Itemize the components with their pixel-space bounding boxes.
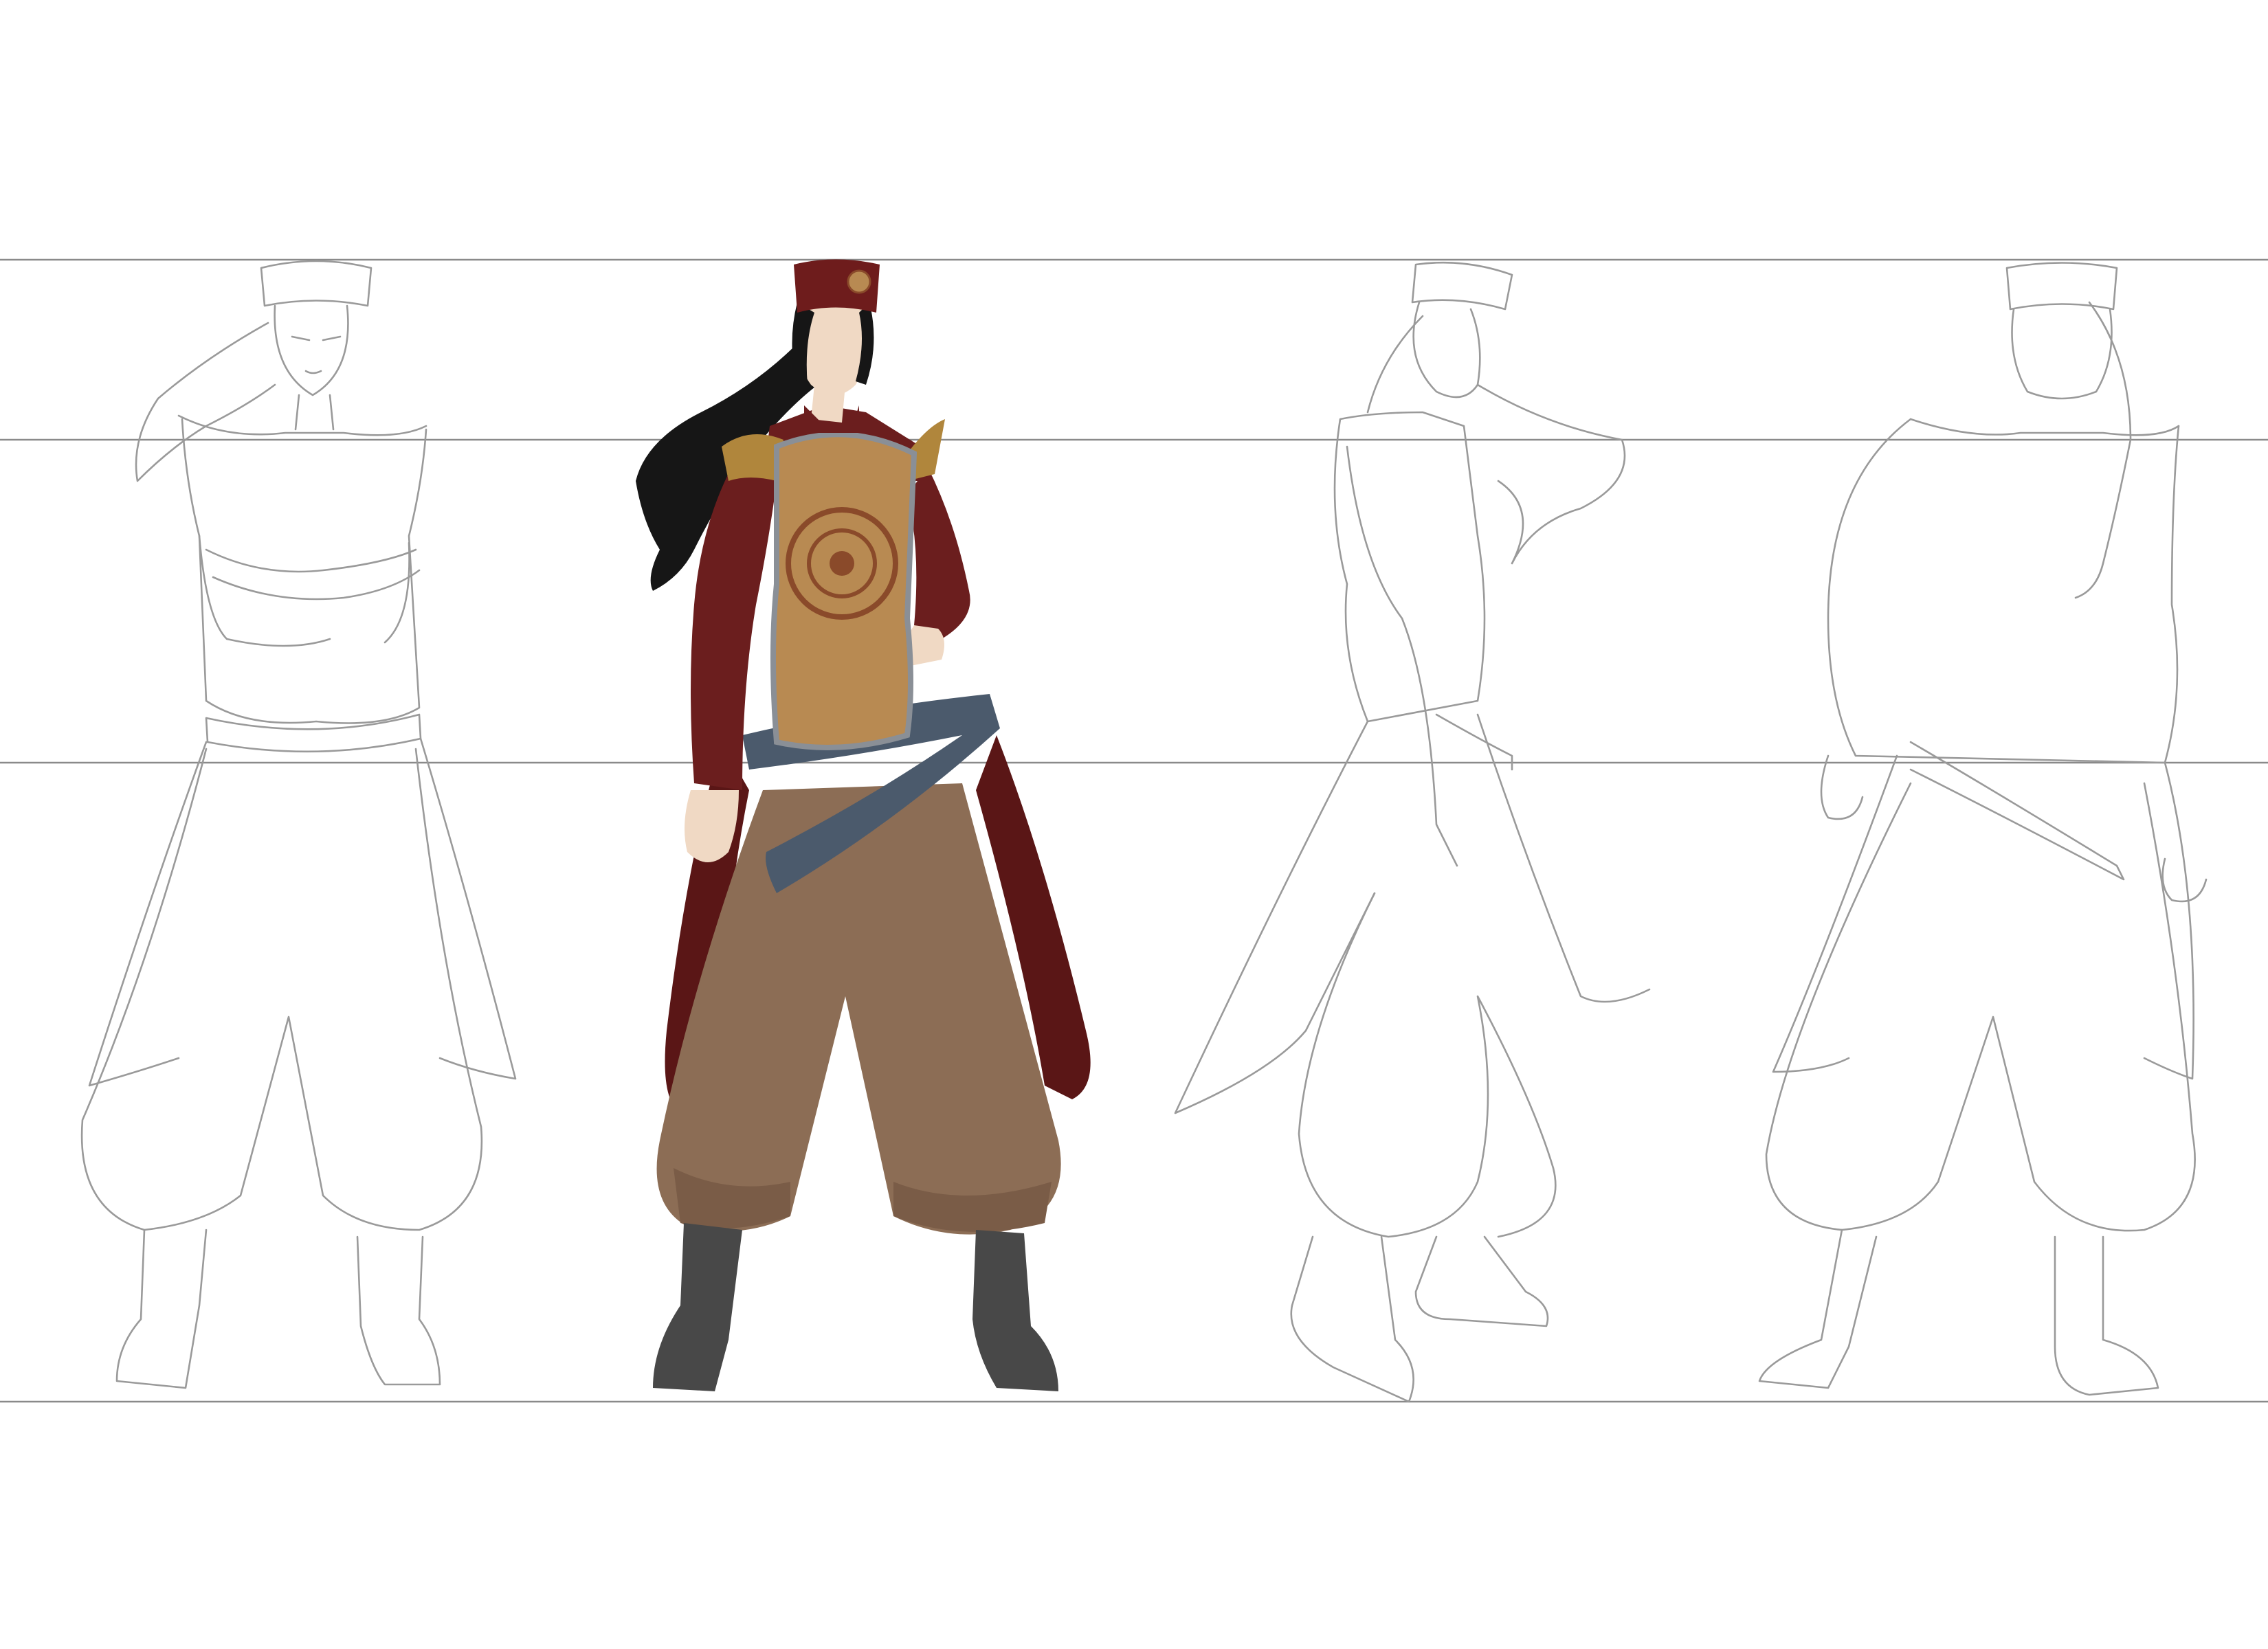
colored-view <box>636 259 1091 1391</box>
right-sleeve <box>907 467 970 639</box>
back-view-sketch <box>1758 262 2208 1396</box>
guide-lines <box>0 258 2268 1403</box>
character-sheet <box>0 0 2268 1649</box>
hat-emblem <box>847 269 871 294</box>
side-view-sketch <box>1174 261 1651 1403</box>
front-view-sketch <box>80 260 517 1389</box>
boots <box>653 1223 742 1391</box>
sheet-canvas <box>0 258 2268 1403</box>
